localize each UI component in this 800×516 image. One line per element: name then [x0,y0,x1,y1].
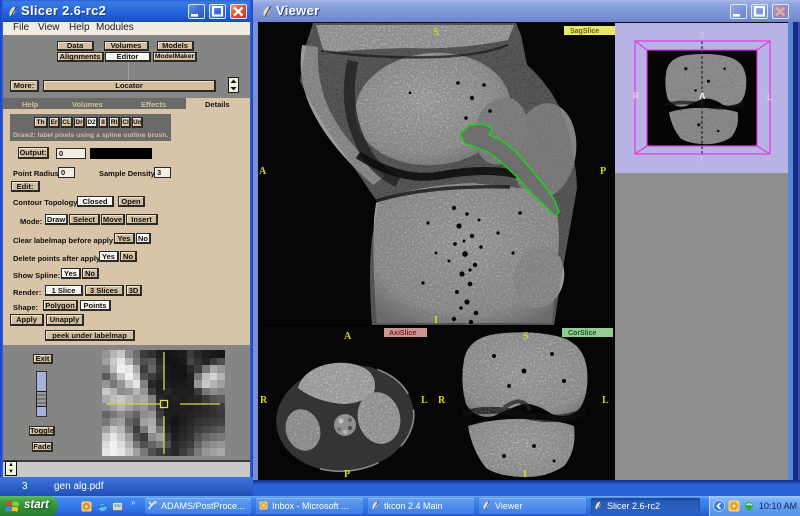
svg-text:L: L [421,395,428,406]
svg-text:S: S [699,30,705,40]
svg-text:I: I [434,315,438,325]
svg-text:S: S [523,331,529,342]
svg-text:A: A [344,331,352,342]
svg-text:P: P [600,166,606,177]
svg-text:S: S [433,27,439,38]
svg-text:R: R [633,91,640,101]
svg-text:A: A [259,166,267,177]
svg-text:R: R [438,395,446,406]
svg-text:P: P [344,469,350,480]
svg-text:AxiSlice: AxiSlice [389,330,416,337]
svg-text:A: A [699,91,706,101]
svg-text:I: I [523,469,527,480]
svg-text:R: R [260,395,268,406]
svg-text:CorSlice: CorSlice [568,330,597,337]
svg-text:L: L [602,395,609,406]
svg-text:SagSlice: SagSlice [570,28,599,35]
svg-text:I: I [700,154,703,164]
svg-text:L: L [767,92,773,102]
